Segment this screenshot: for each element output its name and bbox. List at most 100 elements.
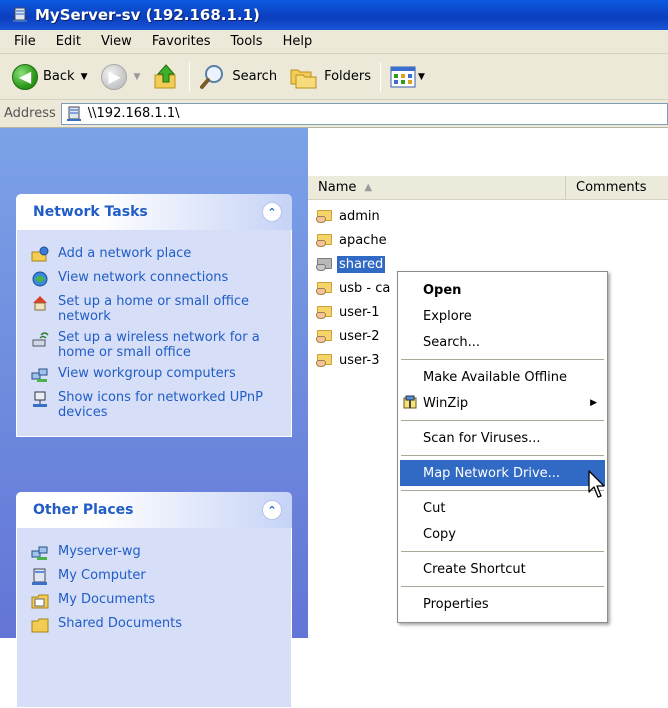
wireless-icon (31, 330, 49, 348)
column-header-name[interactable]: Name ▲ (308, 176, 566, 199)
task-label: Add a network place (58, 246, 192, 261)
menu-item-explore[interactable]: Explore (400, 303, 605, 329)
network-tasks-box: Network Tasks ⌃ Add a network place View… (16, 194, 292, 437)
list-item[interactable]: user-2 (316, 324, 392, 348)
task-label: Set up a wireless network for a home or … (58, 330, 260, 360)
folders-icon (290, 69, 317, 88)
task-pane: Network Tasks ⌃ Add a network place View… (0, 128, 308, 708)
collapse-chevron-icon[interactable]: ⌃ (262, 500, 282, 520)
place-shared-documents[interactable]: Shared Documents (31, 616, 283, 634)
menu-item-label: Copy (423, 526, 456, 542)
shared-documents-icon (31, 616, 49, 634)
collapse-chevron-icon[interactable]: ⌃ (262, 202, 282, 222)
views-icon (390, 66, 416, 87)
task-view-network-connections[interactable]: View network connections (31, 270, 283, 288)
menu-item-scan-for-viruses[interactable]: Scan for Viruses... (400, 425, 605, 451)
task-add-network-place[interactable]: Add a network place (31, 246, 283, 264)
file-list: admin apache shared usb - ca user-1 user… (316, 204, 392, 372)
add-network-place-icon (31, 246, 49, 264)
address-value: \\192.168.1.1\ (87, 106, 180, 121)
shared-folder-icon (316, 327, 334, 345)
task-label: View network connections (58, 270, 229, 285)
back-button[interactable]: ◀ Back ▼ (8, 59, 91, 95)
submenu-arrow-icon: ▶ (590, 398, 597, 408)
title-bar[interactable]: MyServer-sv (192.168.1.1) (0, 0, 668, 30)
menu-separator (401, 586, 604, 587)
documents-icon (31, 592, 49, 610)
up-button[interactable] (148, 59, 184, 95)
views-dropdown-icon[interactable]: ▼ (418, 72, 425, 82)
task-setup-wireless-network[interactable]: Set up a wireless network for a home or … (31, 330, 283, 360)
back-dropdown-icon[interactable]: ▼ (81, 72, 88, 82)
other-places-box: Other Places ⌃ Myserver-wg My Computer M… (16, 492, 292, 708)
menu-favorites[interactable]: Favorites (142, 34, 221, 49)
menu-item-label: Explore (423, 308, 472, 324)
other-places-header[interactable]: Other Places ⌃ (16, 492, 292, 528)
folders-label: Folders (324, 69, 372, 84)
place-label: Shared Documents (58, 616, 183, 631)
menu-item-copy[interactable]: Copy (400, 521, 605, 547)
search-label: Search (232, 69, 278, 84)
network-tasks-header[interactable]: Network Tasks ⌃ (16, 194, 292, 230)
place-my-documents[interactable]: My Documents (31, 592, 283, 610)
menu-tools[interactable]: Tools (221, 34, 273, 49)
list-item[interactable]: usb - ca (316, 276, 392, 300)
list-item[interactable]: user-1 (316, 300, 392, 324)
task-view-workgroup-computers[interactable]: View workgroup computers (31, 366, 283, 384)
address-label: Address (4, 106, 56, 121)
folders-button[interactable]: Folders (285, 59, 375, 95)
list-item[interactable]: user-3 (316, 348, 392, 372)
menu-item-create-shortcut[interactable]: Create Shortcut (400, 556, 605, 582)
menu-file[interactable]: File (4, 34, 46, 49)
menu-item-properties[interactable]: Properties (400, 591, 605, 617)
list-item[interactable]: apache (316, 228, 392, 252)
place-myserver-wg[interactable]: Myserver-wg (31, 544, 283, 562)
computer-icon (31, 568, 49, 586)
menu-help[interactable]: Help (273, 34, 323, 49)
menu-view[interactable]: View (91, 34, 142, 49)
forward-dropdown-icon[interactable]: ▼ (133, 72, 140, 82)
item-name: shared (337, 255, 386, 273)
home-network-icon (31, 294, 49, 312)
list-item-selected[interactable]: shared (316, 252, 392, 276)
shared-folder-icon (316, 231, 334, 249)
forward-button[interactable]: ▶ ▼ (97, 59, 144, 95)
menu-item-cut[interactable]: Cut (400, 495, 605, 521)
menu-item-label: Make Available Offline (423, 369, 568, 385)
menu-item-winzip[interactable]: WinZip ▶ (400, 390, 605, 416)
address-input[interactable]: \\192.168.1.1\ (60, 102, 668, 125)
column-header-comments[interactable]: Comments (566, 176, 668, 199)
task-label: Show icons for networked UPnP devices (58, 390, 263, 420)
menu-edit[interactable]: Edit (46, 34, 91, 49)
place-my-computer[interactable]: My Computer (31, 568, 283, 586)
menu-item-label: Map Network Drive... (423, 465, 561, 481)
menu-separator (401, 359, 604, 360)
toolbar-separator (380, 61, 382, 92)
menu-item-map-network-drive[interactable]: Map Network Drive... (400, 460, 605, 486)
context-menu: Open Explore Search... Make Available Of… (397, 271, 608, 623)
winzip-icon (402, 395, 418, 411)
list-item[interactable]: admin (316, 204, 392, 228)
task-setup-home-network[interactable]: Set up a home or small office network (31, 294, 283, 324)
menu-item-make-available-offline[interactable]: Make Available Offline (400, 364, 605, 390)
menu-item-label: Cut (423, 500, 446, 516)
forward-arrow-icon: ▶ (101, 63, 128, 90)
shared-folder-icon (316, 255, 334, 273)
shared-folder-icon (316, 303, 334, 321)
menu-item-label: Open (423, 282, 462, 298)
item-name: user-1 (339, 304, 380, 320)
column-header-label: Name (318, 180, 357, 195)
network-drive-icon (12, 7, 28, 23)
menu-item-search[interactable]: Search... (400, 329, 605, 355)
shared-folder-icon (316, 207, 334, 225)
task-show-upnp-icons[interactable]: Show icons for networked UPnP devices (31, 390, 283, 420)
menu-item-open[interactable]: Open (400, 277, 605, 303)
network-tasks-title: Network Tasks (33, 204, 148, 220)
toolbar-separator (189, 61, 191, 92)
workgroup-icon (31, 544, 49, 562)
search-button[interactable]: Search (195, 59, 281, 95)
search-icon (200, 64, 224, 89)
views-button[interactable]: ▼ (386, 59, 429, 95)
upnp-icon (31, 390, 49, 408)
menu-item-label: Create Shortcut (423, 561, 526, 577)
